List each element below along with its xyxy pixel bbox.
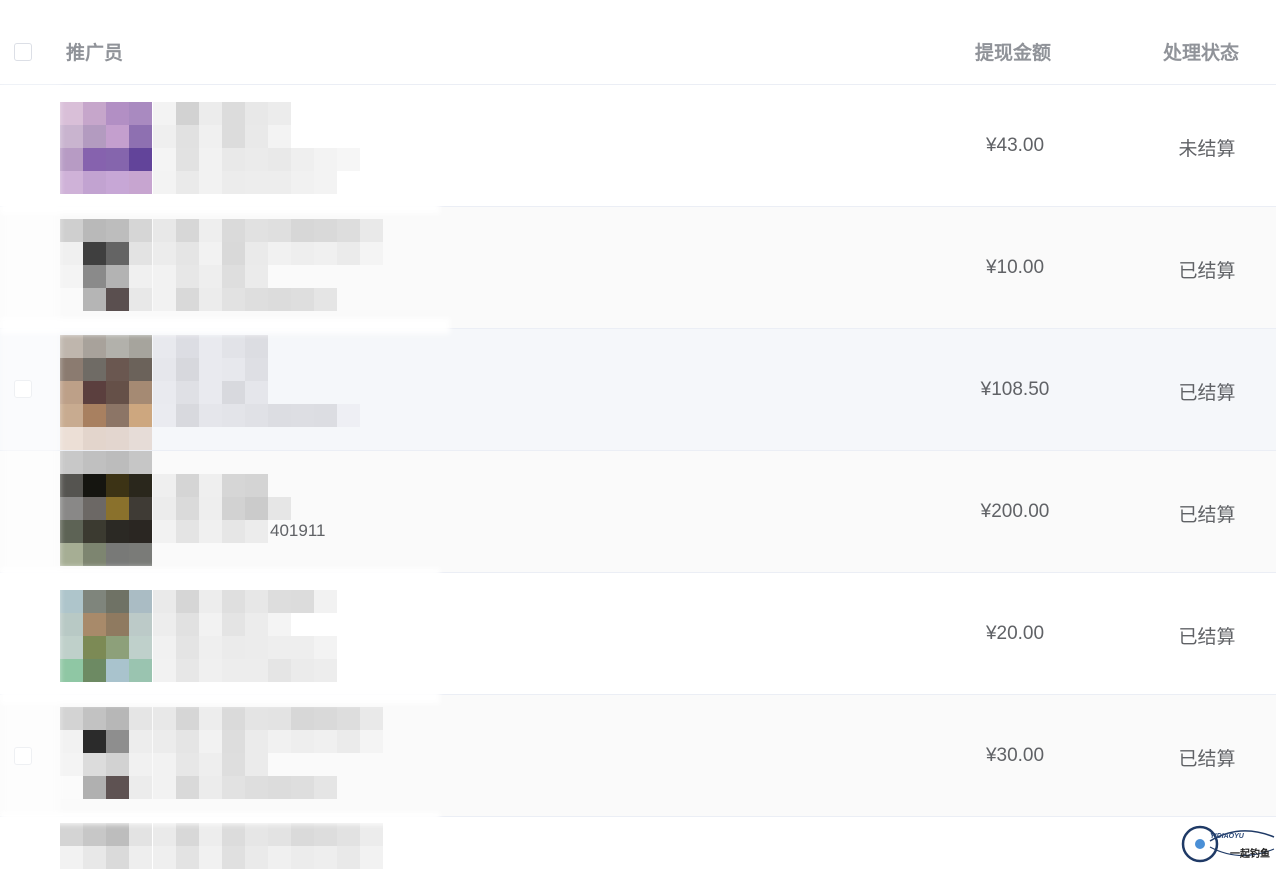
redaction-overlay: [0, 568, 440, 582]
amount-cell: ¥108.50: [980, 379, 1050, 400]
status-cell: 已结算: [1178, 626, 1236, 648]
table-header: 推广员 提现金额 处理状态: [0, 0, 1276, 85]
promoter-name-blurred: [153, 219, 393, 312]
redaction-overlay: [0, 690, 440, 704]
table-row[interactable]: [0, 817, 1276, 869]
amount-cell: ¥43.00: [985, 135, 1045, 156]
table-row[interactable]: ¥10.00 已结算: [0, 207, 1276, 329]
avatar: [60, 707, 153, 800]
avatar: [60, 823, 153, 869]
redaction-overlay: [0, 318, 450, 334]
promoter-name-blurred: [153, 102, 393, 195]
column-header-promoter[interactable]: 推广员: [66, 38, 123, 65]
select-all-checkbox[interactable]: [14, 43, 32, 61]
amount-cell: ¥10.00: [985, 257, 1045, 278]
table-row[interactable]: ¥30.00 已结算: [0, 695, 1276, 817]
table-row[interactable]: 401911 ¥200.00 已结算: [0, 451, 1276, 573]
column-header-status[interactable]: 处理状态: [1163, 38, 1239, 65]
status-cell: 已结算: [1178, 504, 1236, 526]
table-row[interactable]: ¥20.00 已结算: [0, 573, 1276, 695]
amount-cell: ¥30.00: [985, 745, 1045, 766]
avatar: [60, 102, 153, 195]
amount-cell: ¥200.00: [980, 501, 1050, 522]
promoter-name-blurred: [153, 590, 393, 683]
status-cell: 已结算: [1178, 382, 1236, 404]
avatar: [60, 219, 153, 312]
redaction-overlay: [0, 812, 440, 824]
avatar: [60, 451, 153, 567]
table-row[interactable]: ¥108.50 已结算: [0, 329, 1276, 451]
avatar: [60, 590, 153, 683]
promoter-id-fragment: 401911: [270, 521, 326, 540]
redaction-overlay: [0, 200, 440, 214]
promoter-name-blurred: [153, 335, 393, 428]
watermark-logo: YIDIAOYU 一起钓鱼: [1180, 823, 1276, 865]
watermark-brand-cn: 一起钓鱼: [1230, 849, 1270, 860]
redaction-overlay: [0, 85, 60, 817]
column-header-amount[interactable]: 提现金额: [975, 38, 1051, 65]
table-row[interactable]: ¥43.00 未结算: [0, 85, 1276, 207]
watermark-brand-latin: YIDIAOYU: [1210, 833, 1244, 840]
status-cell: 已结算: [1178, 748, 1236, 770]
status-cell: 已结算: [1178, 260, 1236, 282]
avatar: [60, 335, 153, 450]
status-cell: 未结算: [1178, 138, 1236, 160]
amount-cell: ¥20.00: [985, 623, 1045, 644]
promoter-name-blurred: [153, 823, 393, 869]
promoter-name-blurred: [153, 707, 393, 800]
